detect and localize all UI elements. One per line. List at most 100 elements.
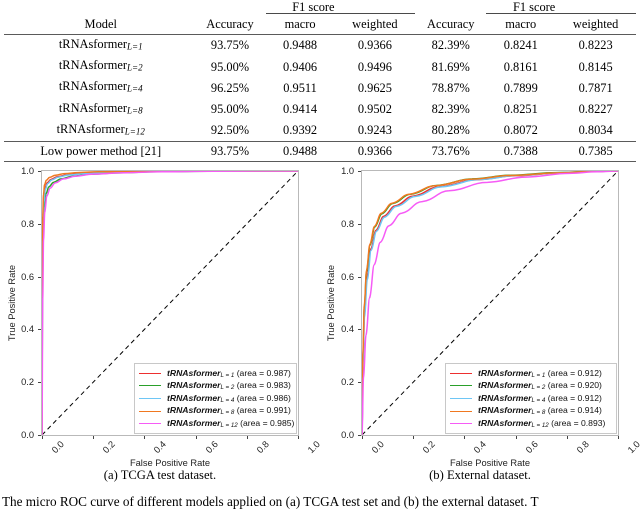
x-tick-mark xyxy=(246,436,248,439)
legend-label: tRNAsformerL = 2 (area = 0.920) xyxy=(478,380,602,392)
legend-color-swatch xyxy=(450,385,472,387)
model-label: tRNAsformer xyxy=(58,37,127,51)
y-tick-label: 1.0 xyxy=(341,166,354,176)
table-row: tRNAsformerL=4 96.25% 0.9511 0.9625 78.8… xyxy=(4,77,636,98)
x-tick-mark xyxy=(362,436,363,439)
subcaption-b: (b) External dataset. xyxy=(429,468,531,482)
cell: 73.76% xyxy=(415,141,487,162)
y-tick-mark xyxy=(358,276,361,278)
x-axis-label-external: False Positive Rate xyxy=(449,458,531,468)
cell: 0.9488 xyxy=(283,38,318,53)
y-tick-mark xyxy=(38,382,41,384)
table-group-header-row: F1 score F1 score xyxy=(4,0,636,14)
legend-item: tRNAsformerL = 2 (area = 0.920) xyxy=(450,380,611,393)
group-header-f1-right-b xyxy=(555,0,636,14)
cell: 0.8161 xyxy=(503,59,538,74)
cell: 0.8227 xyxy=(578,101,613,116)
model-subscript: L=8 xyxy=(127,105,143,116)
legend-item: tRNAsformerL = 1 (area = 0.987) xyxy=(139,367,291,380)
model-label: tRNAsformer xyxy=(58,79,127,94)
legend-label: tRNAsformerL = 1 (area = 0.987) xyxy=(167,367,291,379)
table-footer-row: Low power method [21] 93.75% 0.9488 0.93… xyxy=(4,141,636,162)
cell: 82.39% xyxy=(431,101,470,116)
x-tick-mark xyxy=(618,436,619,439)
x-tick-mark xyxy=(298,436,299,439)
y-axis-label-tcga: True Positive Rate xyxy=(7,264,18,342)
subcaption-a: (a) TCGA test dataset. xyxy=(103,468,217,482)
legend-color-swatch xyxy=(450,372,472,374)
column-header-weighted-left: weighted xyxy=(334,13,416,35)
cell: 0.9502 xyxy=(357,101,392,116)
x-tick-label: 0.2 xyxy=(420,439,438,456)
cell: 0.8223 xyxy=(578,38,613,53)
y-tick-mark xyxy=(38,171,41,172)
x-axis-label-tcga: False Positive Rate xyxy=(129,458,211,468)
y-tick-label: 0.8 xyxy=(341,218,354,229)
x-tick-label: 1.0 xyxy=(625,439,640,456)
cell: 0.7385 xyxy=(555,141,636,162)
row-model-name: tRNAsformerL=8 xyxy=(4,99,194,120)
x-tick-label: 0.4 xyxy=(152,439,169,456)
cell: 0.9414 xyxy=(283,101,318,116)
x-tick-mark xyxy=(195,436,197,439)
y-tick-mark xyxy=(38,276,41,278)
cell: 78.87% xyxy=(431,80,470,95)
model-subscript: L=4 xyxy=(127,84,143,95)
y-tick-label: 1.0 xyxy=(21,166,34,176)
y-tick-mark xyxy=(358,382,361,384)
y-tick-mark xyxy=(38,223,41,225)
cell: 82.39% xyxy=(431,38,470,53)
cell: 93.75% xyxy=(210,38,250,53)
x-tick-label: 0.0 xyxy=(49,439,67,456)
y-tick-mark xyxy=(358,171,361,172)
legend-color-swatch xyxy=(139,372,161,374)
row-model-name: tRNAsformerL=12 xyxy=(4,119,195,143)
legend-item: tRNAsformerL = 12 (area = 0.893) xyxy=(450,417,611,430)
y-tick-label: 0.2 xyxy=(341,377,354,388)
cell: 0.9366 xyxy=(334,141,416,162)
column-header-accuracy-right: Accuracy xyxy=(415,13,487,35)
x-tick-mark xyxy=(93,436,95,439)
legend-label: tRNAsformerL = 1 (area = 0.912) xyxy=(478,367,602,379)
legend-item: tRNAsformerL = 2 (area = 0.983) xyxy=(139,380,291,393)
y-tick-mark xyxy=(358,223,361,225)
figure-page: F1 score F1 score Model Accuracy macro w… xyxy=(0,0,640,512)
table-row: tRNAsformerL=2 95.00% 0.9406 0.9496 81.6… xyxy=(4,56,636,77)
cell: 0.9511 xyxy=(283,80,317,95)
legend-label: tRNAsformerL = 12 (area = 0.985) xyxy=(167,418,295,430)
results-table: F1 score F1 score Model Accuracy macro w… xyxy=(4,0,636,162)
model-subscript: L=2 xyxy=(127,62,143,73)
table-row: tRNAsformerL=12 92.50% 0.9392 0.9243 80.… xyxy=(4,119,636,143)
cell: 96.25% xyxy=(210,80,250,95)
model-subscript: L=12 xyxy=(124,126,145,137)
group-header-f1-left-a: F1 score xyxy=(265,0,335,14)
legend-item: tRNAsformerL = 8 (area = 0.991) xyxy=(139,405,291,418)
table-row: tRNAsformerL=8 95.00% 0.9414 0.9502 82.3… xyxy=(4,99,636,120)
figure-main-caption: The micro ROC curve of different models … xyxy=(2,494,539,509)
x-tick-mark xyxy=(566,436,568,439)
cell: 92.50% xyxy=(194,119,266,143)
group-header-blank-3 xyxy=(415,0,486,14)
column-header-weighted-right: weighted xyxy=(555,13,636,35)
group-header-f1-left-b xyxy=(334,0,416,14)
cell: 0.8034 xyxy=(555,119,636,143)
column-header-macro-left: macro xyxy=(265,13,335,35)
x-tick-mark xyxy=(144,436,146,439)
legend-color-swatch xyxy=(139,397,161,399)
cell: 80.28% xyxy=(415,119,487,143)
table-header-row: Model Accuracy macro weighted Accuracy m… xyxy=(4,13,636,35)
legend-color-swatch xyxy=(139,410,161,412)
x-tick-mark xyxy=(515,436,517,439)
x-tick-label: 0.8 xyxy=(574,439,591,456)
results-table-container: F1 score F1 score Model Accuracy macro w… xyxy=(0,0,640,162)
legend-label: tRNAsformerL = 12 (area = 0.893) xyxy=(478,418,606,430)
y-tick-label: 0.8 xyxy=(21,218,34,229)
row-model-name: Low power method [21] xyxy=(4,141,195,162)
legend-color-swatch xyxy=(139,385,161,387)
model-label: tRNAsformer xyxy=(56,121,125,136)
legend-label: tRNAsformerL = 8 (area = 0.914) xyxy=(478,405,602,417)
legend-item: tRNAsformerL = 8 (area = 0.914) xyxy=(450,405,611,418)
y-tick-mark xyxy=(358,329,361,331)
cell: 0.8145 xyxy=(578,59,613,74)
y-tick-label: 0.0 xyxy=(341,430,354,440)
